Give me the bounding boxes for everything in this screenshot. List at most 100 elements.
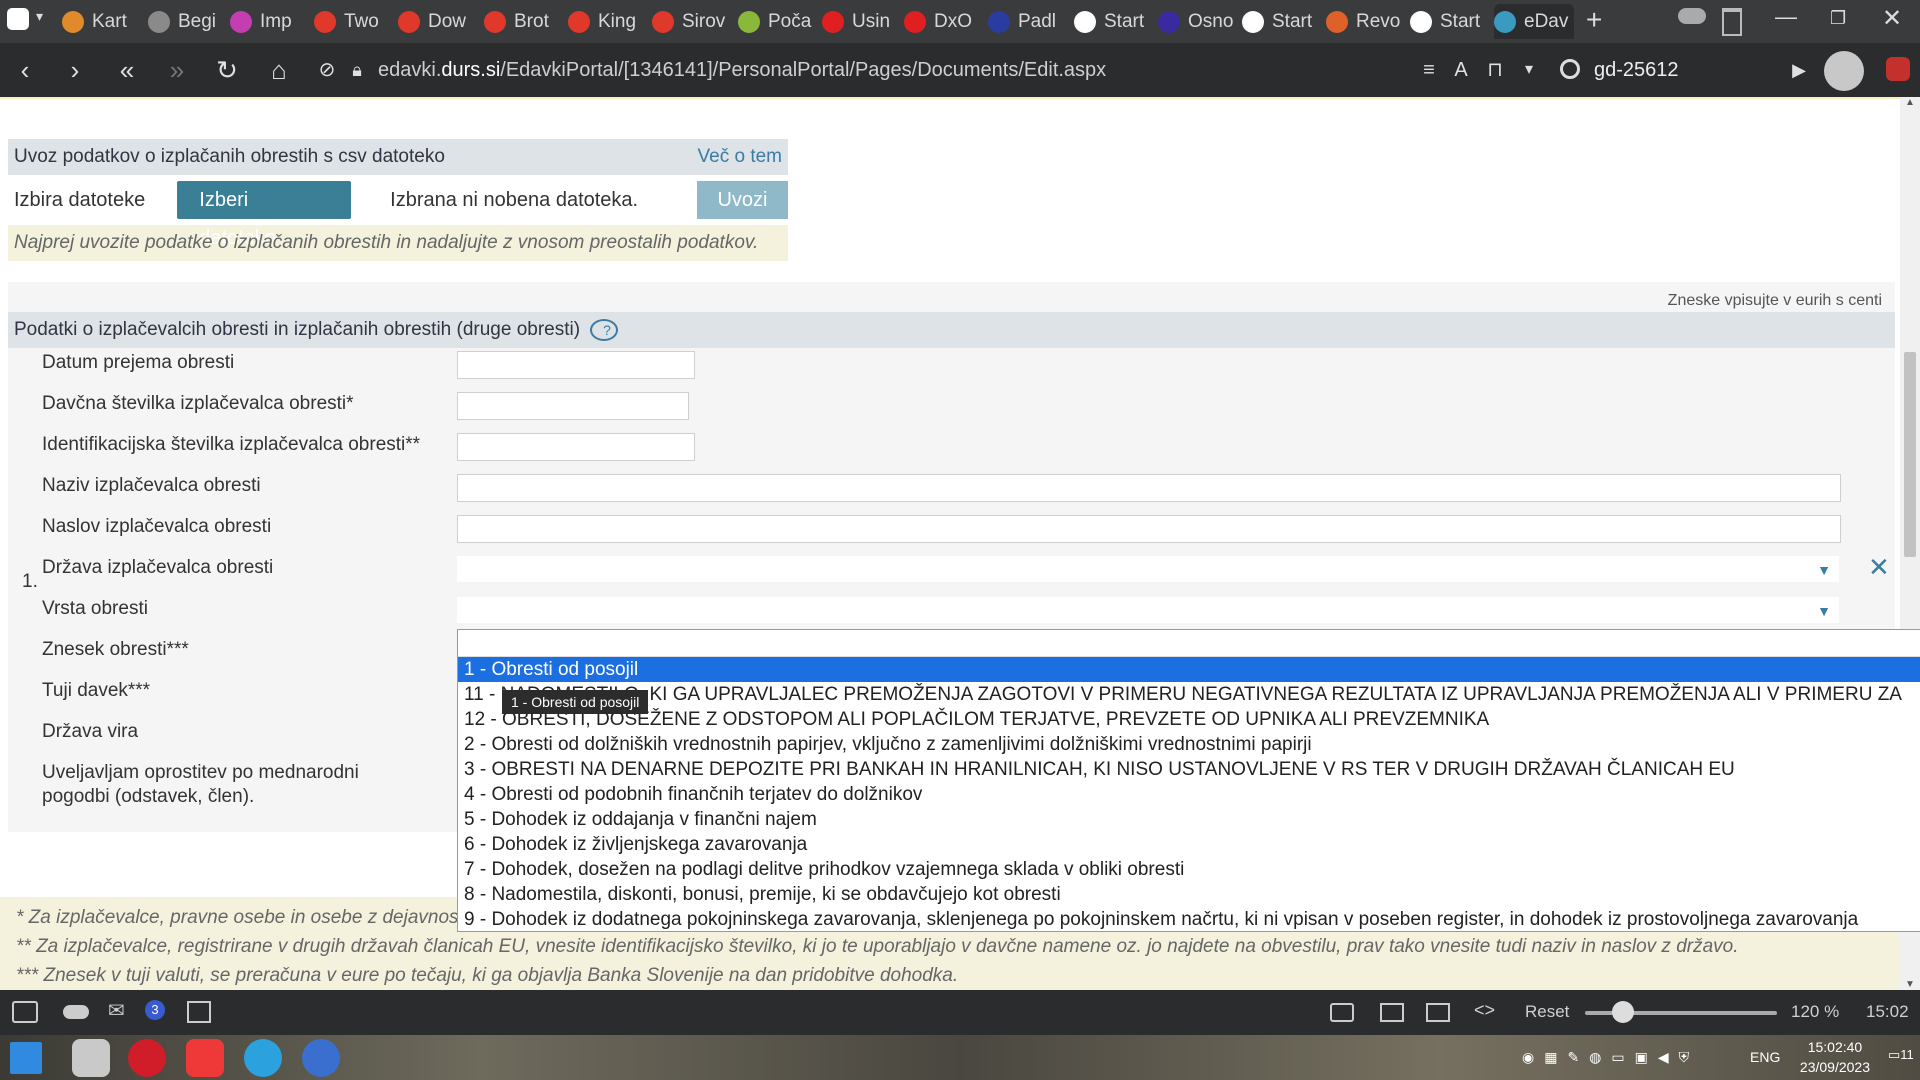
browser-tab[interactable]: Osno	[1158, 4, 1238, 39]
browser-tab[interactable]: Start	[1410, 4, 1490, 39]
extension-icon[interactable]	[1886, 57, 1910, 81]
choose-file-button[interactable]: Izberi datoteko	[177, 181, 352, 249]
translate-icon[interactable]: A	[1444, 55, 1478, 85]
browser-tab[interactable]: Imp	[230, 4, 310, 39]
telegram-icon[interactable]	[244, 1039, 282, 1077]
mail-icon[interactable]: ✉	[108, 998, 125, 1023]
dropdown-option[interactable]: 1 - Obresti od posojil	[458, 657, 1920, 682]
page-actions-icon[interactable]: <>	[1474, 1000, 1495, 1021]
capture-icon[interactable]	[1330, 1003, 1354, 1022]
dropdown-option[interactable]: 8 - Nadomestila, diskonti, bonusi, premi…	[458, 882, 1920, 907]
minimize-icon[interactable]: —	[1775, 4, 1797, 30]
browser-tab[interactable]: Two	[314, 4, 394, 39]
browser-tab[interactable]: Brot	[484, 4, 564, 39]
payer-name-input[interactable]	[457, 474, 1841, 502]
calendar-icon[interactable]	[187, 1001, 211, 1023]
dropdown-search-input[interactable]	[458, 630, 1920, 657]
rewind-icon[interactable]: «	[110, 55, 144, 85]
browser-tab[interactable]: Start	[1242, 4, 1322, 39]
close-window-icon[interactable]: ✕	[1882, 4, 1902, 33]
zoom-reset-button[interactable]: Reset	[1525, 1002, 1569, 1022]
vivaldi-menu-icon[interactable]	[7, 8, 29, 30]
tab-label: Start	[1272, 10, 1313, 32]
dropdown-option[interactable]: 5 - Dohodek iz oddajanja v finančni naje…	[458, 807, 1920, 832]
browser-tab[interactable]: DxO	[904, 4, 984, 39]
bookmark-menu-chevron-icon[interactable]: ▾	[1512, 55, 1546, 85]
browser-tab[interactable]: Poča	[738, 4, 818, 39]
more-info-link[interactable]: Več o tem	[698, 146, 783, 168]
remove-row-icon[interactable]: ✕	[1868, 552, 1890, 583]
browser-tab[interactable]: Sirov	[652, 4, 732, 39]
trash-icon[interactable]	[1722, 8, 1742, 36]
dropdown-option[interactable]: 9 - Dohodek iz dodatnega pokojninskega z…	[458, 907, 1920, 931]
interest-type-select[interactable]: ▼	[457, 597, 1839, 623]
new-tab-icon[interactable]: +	[1586, 4, 1602, 36]
notification-icon[interactable]: ▭11	[1888, 1047, 1914, 1063]
footnote-3: *** Znesek v tuji valuti, se preračuna v…	[16, 965, 959, 986]
amount-note: Zneske vpisujte v eurih s centi	[1667, 292, 1882, 309]
scrollbar-thumb[interactable]	[1904, 352, 1916, 557]
import-button[interactable]: Uvozi	[696, 181, 788, 219]
browser-tab[interactable]: King	[568, 4, 648, 39]
search-go-icon[interactable]: ▶	[1782, 55, 1816, 85]
zoom-slider-knob[interactable]	[1612, 1001, 1635, 1023]
browser-tab[interactable]: Padl	[988, 4, 1068, 39]
back-icon[interactable]: ‹	[8, 55, 42, 85]
dropdown-option[interactable]: 7 - Dohodek, dosežen na podlagi delitve …	[458, 857, 1920, 882]
dropdown-option[interactable]: 3 - OBRESTI NA DENARNE DEPOZITE PRI BANK…	[458, 757, 1920, 782]
dropdown-option[interactable]: 11 - NADOMESTILO, KI GA UPRAVLJALEC PREM…	[458, 682, 1920, 707]
home-icon[interactable]: ⌂	[262, 55, 296, 85]
browser-tab[interactable]: Revo	[1326, 4, 1406, 39]
tab-favicon-icon	[1158, 10, 1180, 33]
maximize-icon[interactable]: ❐	[1830, 8, 1846, 29]
images-icon[interactable]	[1380, 1003, 1404, 1022]
opera-icon[interactable]	[128, 1039, 166, 1077]
vivaldi-icon[interactable]	[186, 1039, 224, 1077]
scroll-down-icon[interactable]: ▼	[1905, 979, 1915, 990]
reload-icon[interactable]: ↻	[210, 55, 244, 85]
bookmark-icon[interactable]: ⊓	[1478, 55, 1512, 85]
start-icon[interactable]	[10, 1042, 42, 1074]
browser-tab[interactable]: Usin	[822, 4, 902, 39]
taskbar-clock[interactable]: 15:02:40 23/09/2023	[1800, 1037, 1870, 1077]
tray-icons[interactable]: ◉▦✎◍▭▣◀⛨	[1522, 1049, 1699, 1066]
payer-address-input[interactable]	[457, 515, 1841, 543]
tax-number-input[interactable]	[457, 392, 689, 420]
language-indicator[interactable]: ENG	[1750, 1049, 1780, 1065]
help-icon[interactable]: ?	[590, 318, 619, 341]
payer-country-select[interactable]: ▼	[457, 556, 1839, 582]
browser-tab[interactable]: eDav	[1494, 4, 1574, 39]
scroll-up-icon[interactable]: ▲	[1905, 97, 1915, 108]
browser-tab[interactable]: Dow	[398, 4, 478, 39]
avatar[interactable]	[1824, 51, 1864, 91]
cloud-icon[interactable]	[1678, 8, 1706, 24]
page-tiling-icon[interactable]	[1426, 1003, 1450, 1022]
fast-forward-icon[interactable]: »	[160, 55, 194, 85]
browser-tab[interactable]: Begi	[148, 4, 228, 39]
file-explorer-icon[interactable]	[72, 1039, 110, 1077]
forward-icon[interactable]: ›	[58, 55, 92, 85]
search-input[interactable]: gd-25612	[1562, 55, 1812, 85]
interest-type-dropdown: 1 - Obresti od posojil 11 - NADOMESTILO, …	[457, 629, 1920, 932]
interest-type-label: Vrsta obresti	[42, 598, 148, 619]
dropdown-option[interactable]: 12 - OBRESTI, DOSEŽENE Z ODSTOPOM ALI PO…	[458, 707, 1920, 732]
identification-number-input[interactable]	[457, 433, 695, 461]
panel-toggle-icon[interactable]	[12, 1001, 38, 1023]
dropdown-option[interactable]: 6 - Dohodek iz življenjskega zavarovanja	[458, 832, 1920, 857]
url-field[interactable]: edavki.durs.si/EdavkiPortal/[1346141]/Pe…	[378, 59, 1106, 82]
reader-view-icon[interactable]: ≡	[1412, 55, 1446, 85]
dropdown-option[interactable]: 2 - Obresti od dolžniških vrednostnih pa…	[458, 732, 1920, 757]
sync-cloud-icon[interactable]	[63, 1005, 89, 1019]
date-received-input[interactable]	[457, 351, 695, 379]
browser-tab[interactable]: Kart	[62, 4, 142, 39]
qbittorrent-icon[interactable]	[302, 1039, 340, 1077]
taskbar-time: 15:02:40	[1807, 1039, 1863, 1055]
lock-icon: 🔒︎	[352, 60, 362, 80]
browser-status-bar: ✉ 3 <> Reset 120 % 15:02	[0, 990, 1920, 1035]
zoom-slider[interactable]	[1585, 1001, 1777, 1023]
tab-favicon-icon	[652, 10, 674, 33]
tracker-blocker-icon[interactable]: ⊘	[310, 55, 344, 85]
browser-tab[interactable]: Start	[1074, 4, 1154, 39]
dropdown-option[interactable]: 4 - Obresti od podobnih finančnih terjat…	[458, 782, 1920, 807]
menu-chevron-icon[interactable]: ▾	[36, 8, 43, 25]
